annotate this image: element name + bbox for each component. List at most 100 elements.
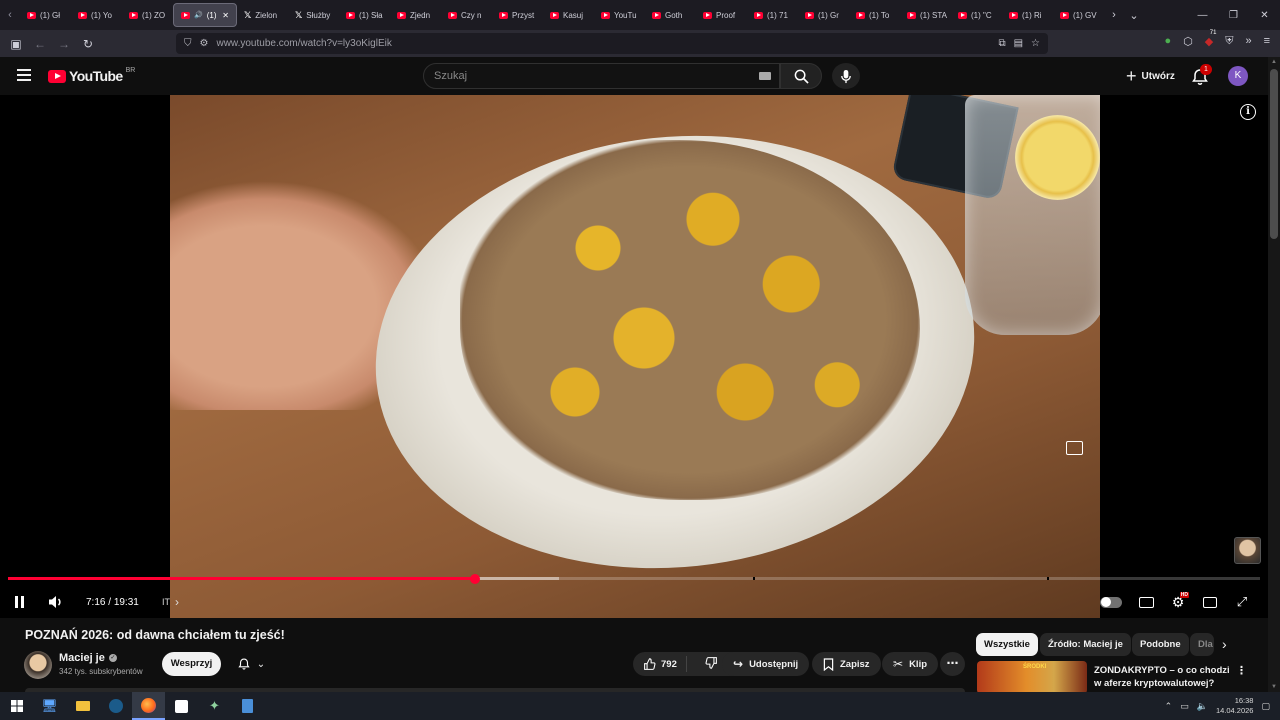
- forward-icon[interactable]: →: [52, 37, 76, 51]
- windows-start-icon[interactable]: [0, 692, 33, 720]
- cast-icon[interactable]: [1066, 441, 1083, 455]
- tabs-scroll-right-icon[interactable]: ›: [1104, 9, 1124, 21]
- browser-tab[interactable]: (1) Gr: [798, 3, 849, 27]
- recommendation-thumbnail[interactable]: ŚRODKI: [977, 661, 1087, 694]
- more-actions-icon[interactable]: ⋯: [940, 652, 965, 676]
- taskbar-computer-icon[interactable]: 🖥: [33, 692, 66, 720]
- scroll-up-icon[interactable]: ▲: [1271, 59, 1277, 65]
- channel-avatar[interactable]: [24, 651, 52, 679]
- support-button[interactable]: Wesprzyj: [162, 652, 221, 676]
- tab-audio-icon[interactable]: 🔊: [194, 11, 203, 19]
- ublock-extension-icon[interactable]: ◆ 71: [1205, 30, 1217, 48]
- search-input[interactable]: Szukaj: [423, 63, 780, 89]
- browser-tab[interactable]: Zjedn: [390, 3, 441, 27]
- browser-tab[interactable]: Proof: [696, 3, 747, 27]
- minimize-icon[interactable]: —: [1187, 10, 1218, 21]
- restore-icon[interactable]: ❐: [1218, 10, 1249, 21]
- browser-tab[interactable]: (1) 71: [747, 3, 798, 27]
- youtube-logo[interactable]: YouTube BR: [48, 67, 135, 84]
- miniplayer-button[interactable]: [1199, 592, 1221, 612]
- volume-button[interactable]: [48, 592, 64, 612]
- picture-in-picture-icon[interactable]: ⧉: [998, 38, 1005, 49]
- browser-tab[interactable]: Goth: [645, 3, 696, 27]
- network-icon[interactable]: ▭: [1180, 701, 1189, 712]
- browser-tab[interactable]: (1) "C: [951, 3, 1002, 27]
- browser-tab[interactable]: (1) Gł: [20, 3, 71, 27]
- tray-expand-icon[interactable]: ⌃: [1165, 701, 1173, 712]
- chip-all[interactable]: Wszystkie: [976, 633, 1038, 656]
- browser-tab[interactable]: 🔊 (1) ✕: [173, 3, 237, 27]
- chapter-title[interactable]: IT ›: [162, 592, 179, 612]
- sidebar-toggle-icon[interactable]: ▣: [4, 37, 28, 51]
- browser-tab[interactable]: Kasuj: [543, 3, 594, 27]
- shield-icon[interactable]: ⛉: [184, 38, 192, 49]
- scrubber-knob[interactable]: [469, 573, 480, 584]
- save-button[interactable]: Zapisz: [812, 652, 881, 676]
- autoplay-toggle[interactable]: [1100, 592, 1122, 612]
- bookmark-star-icon[interactable]: ☆: [1031, 38, 1040, 49]
- progress-bar[interactable]: [8, 573, 1260, 584]
- browser-tab[interactable]: Czy n: [441, 3, 492, 27]
- notifications-center-icon[interactable]: ▢: [1261, 701, 1270, 712]
- fullscreen-button[interactable]: ⤢: [1231, 592, 1253, 612]
- keyboard-icon[interactable]: [759, 72, 771, 80]
- dislike-button[interactable]: [693, 656, 718, 672]
- channel-name[interactable]: Maciej je: [59, 652, 105, 664]
- page-scrollbar[interactable]: ▲ ▼: [1268, 57, 1280, 692]
- clip-button[interactable]: ✂ Klip: [882, 652, 939, 676]
- browser-tab[interactable]: 𝕏 Służby: [288, 3, 339, 27]
- recommendation-title[interactable]: ZONDAKRYPTO – o co chodzi w aferze krypt…: [1094, 664, 1234, 690]
- vpn-extension-icon[interactable]: ●: [1164, 35, 1171, 48]
- close-tab-icon[interactable]: ✕: [222, 11, 229, 20]
- info-icon[interactable]: i: [1240, 104, 1256, 120]
- permissions-icon[interactable]: ⚙: [200, 38, 209, 49]
- app-menu-icon[interactable]: ≡: [1264, 35, 1270, 48]
- guide-menu-icon[interactable]: [17, 69, 31, 84]
- taskbar-calculator-icon[interactable]: [231, 692, 264, 720]
- tab-list-dropdown-icon[interactable]: ⌄: [1124, 9, 1144, 22]
- video-frame[interactable]: [170, 95, 1100, 618]
- address-bar[interactable]: ⛉ ⚙ www.youtube.com/watch?v=ly3oKiglEik …: [176, 33, 1048, 54]
- taskbar-tool-icon[interactable]: ✦: [198, 692, 231, 720]
- reload-icon[interactable]: ↻: [76, 37, 100, 51]
- shield-extension-icon[interactable]: ⛨: [1225, 35, 1233, 48]
- browser-tab[interactable]: (1) GV: [1053, 3, 1104, 27]
- like-button[interactable]: 792: [633, 656, 687, 672]
- browser-tab[interactable]: Przyst: [492, 3, 543, 27]
- chips-next-icon[interactable]: ›: [1222, 636, 1227, 652]
- close-window-icon[interactable]: ✕: [1249, 10, 1280, 21]
- extensions-puzzle-icon[interactable]: ⬡: [1183, 35, 1193, 48]
- reader-view-icon[interactable]: ▤: [1014, 38, 1023, 49]
- back-icon[interactable]: ←: [28, 37, 52, 51]
- taskbar-folder-icon[interactable]: [66, 692, 99, 720]
- chip-for-you[interactable]: Dla: [1190, 633, 1214, 656]
- scroll-down-icon[interactable]: ▼: [1271, 684, 1277, 690]
- chip-from-channel[interactable]: Źródło: Maciej je: [1040, 633, 1131, 656]
- taskbar-notion-icon[interactable]: [165, 692, 198, 720]
- volume-tray-icon[interactable]: 🔈: [1197, 701, 1208, 712]
- search-button[interactable]: [780, 63, 822, 89]
- taskbar-steam-icon[interactable]: [99, 692, 132, 720]
- browser-tab[interactable]: (1) STA: [900, 3, 951, 27]
- tabs-scroll-left-icon[interactable]: ‹: [0, 9, 20, 21]
- channel-name-row[interactable]: Maciej je ✓: [59, 652, 117, 664]
- scrollbar-thumb[interactable]: [1270, 69, 1278, 239]
- browser-tab[interactable]: (1) Yo: [71, 3, 122, 27]
- chip-related[interactable]: Podobne: [1132, 633, 1189, 656]
- browser-tab[interactable]: (1) Sła: [339, 3, 390, 27]
- subtitles-button[interactable]: [1135, 592, 1157, 612]
- taskbar-firefox-icon[interactable]: [132, 692, 165, 720]
- recommendation-menu-icon[interactable]: ⋮: [1236, 664, 1247, 677]
- browser-tab[interactable]: (1) To: [849, 3, 900, 27]
- browser-tab[interactable]: 𝕏 Zielon: [237, 3, 288, 27]
- pause-button[interactable]: [15, 592, 27, 612]
- notifications-button[interactable]: ⌄: [228, 652, 274, 676]
- browser-tab[interactable]: YouTu: [594, 3, 645, 27]
- settings-button[interactable]: ⚙ HD: [1167, 592, 1189, 612]
- account-avatar[interactable]: K: [1228, 66, 1248, 86]
- share-button[interactable]: ↪ Udostępnij: [722, 652, 810, 676]
- browser-tab[interactable]: (1) Ri: [1002, 3, 1053, 27]
- video-player[interactable]: i 7:16 / 19:31 IT › ⚙ HD ⤢: [0, 95, 1268, 618]
- create-button[interactable]: + Utwórz: [1120, 64, 1181, 88]
- channel-watermark-avatar[interactable]: [1234, 537, 1261, 564]
